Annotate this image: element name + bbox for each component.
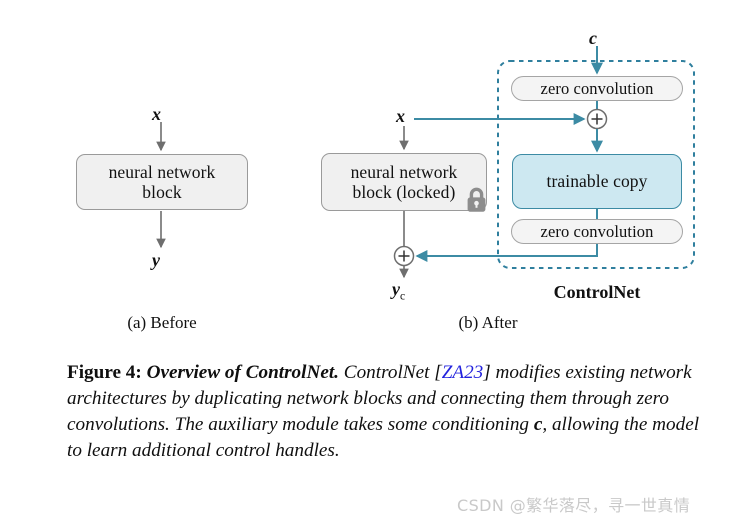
caption-figure-number: Figure 4: bbox=[67, 362, 142, 383]
lock-icon bbox=[467, 187, 486, 212]
caption-figure-title: Overview of ControlNet. bbox=[146, 362, 339, 383]
input-label-x-b: x bbox=[396, 106, 405, 126]
controlnet-label: ControlNet bbox=[553, 282, 641, 302]
trainable-copy-block: trainable copy bbox=[512, 154, 682, 209]
caption-citation-close: ] bbox=[483, 362, 491, 383]
output-label-yc-subscript: c bbox=[400, 290, 406, 303]
neural-network-block-label: neural network block bbox=[108, 161, 216, 202]
output-label-y-a: y bbox=[152, 250, 160, 270]
subcaption-after: (b) After bbox=[458, 313, 518, 332]
caption-citation-link[interactable]: ZA23 bbox=[442, 362, 484, 383]
figure-caption: Figure 4: Overview of ControlNet. Contro… bbox=[67, 360, 715, 464]
subcaption-before: (a) Before bbox=[127, 313, 197, 332]
zero-convolution-top: zero convolution bbox=[511, 76, 683, 101]
output-label-yc: yc bbox=[392, 279, 405, 303]
output-label-yc-base: y bbox=[392, 279, 400, 299]
csdn-watermark: CSDN @繁华落尽，寻一世真情 bbox=[457, 496, 691, 515]
input-label-x-a: x bbox=[152, 104, 161, 124]
condition-label-c: c bbox=[589, 28, 597, 48]
neural-network-block: neural network block bbox=[76, 154, 248, 210]
arrow-zeroconv-bottom-to-output-add bbox=[415, 244, 598, 262]
caption-body-part1: ControlNet bbox=[343, 362, 435, 383]
neural-network-block-locked-label: neural network block (locked) bbox=[350, 161, 458, 202]
caption-citation-open: [ bbox=[434, 362, 442, 383]
neural-network-block-locked: neural network block (locked) bbox=[321, 153, 487, 211]
figure-diagram: neural network block x y (a) Before neur… bbox=[0, 0, 742, 348]
zero-convolution-bottom: zero convolution bbox=[511, 219, 683, 244]
